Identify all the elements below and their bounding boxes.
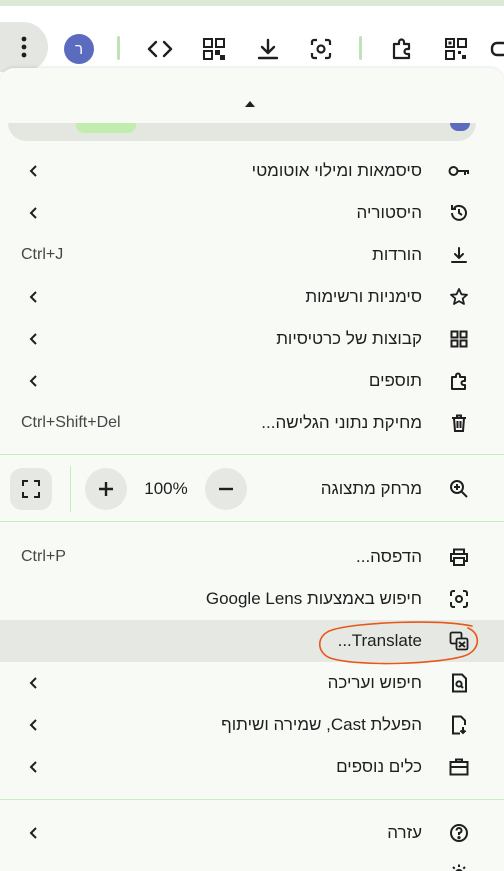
zoom-icon [448,478,470,500]
scroll-up-caret-icon[interactable] [240,96,260,112]
toolbar-separator [117,36,120,60]
gamepad-icon[interactable] [490,33,504,65]
help-icon [448,822,470,844]
qr-code-icon[interactable] [198,33,230,65]
star-icon [448,286,470,308]
browser-toolbar: ר [0,6,504,72]
menu-item-print[interactable]: Ctrl+P הדפסה... [0,536,504,578]
menu-item-label: סימניות ורשימות [305,287,422,306]
menu-item-label: תוספים [368,371,422,390]
menu-item-downloads[interactable]: Ctrl+J הורדות [0,234,504,276]
screenshot-icon[interactable] [305,33,337,65]
menu-item-label: היסטוריה [356,203,422,222]
menu-item-label: הדפסה... [356,547,422,566]
toolbar-separator [359,36,362,60]
lens-icon [448,588,470,610]
menu-item-help[interactable]: עזרה [0,812,504,854]
chevron-left-icon [24,330,42,348]
profile-card-partial[interactable] [8,123,476,141]
chevron-left-icon [24,204,42,222]
key-icon [448,160,470,182]
shortcut-text: Ctrl+J [21,246,64,263]
shortcut-text: Ctrl+Shift+Del [21,414,121,431]
menu-item-find-edit[interactable]: חיפוש ועריכה [0,662,504,704]
chevron-left-icon [24,288,42,306]
menu-item-label: חיפוש באמצעות Google Lens [205,589,422,608]
zoom-in-button[interactable] [85,468,127,510]
translate-icon [448,630,470,652]
download-icon[interactable] [252,33,284,65]
menu-item-zoom: 100% מרחק מתצוגה [0,466,504,512]
menu-item-label: Translate... [337,631,422,650]
shortcut-text: Ctrl+P [21,548,66,565]
find-edit-icon [448,672,470,694]
menu-item-label: חיפוש ועריכה [327,673,422,692]
qr-scan-icon[interactable] [440,33,472,65]
chevron-left-icon [24,716,42,734]
profile-badge [76,123,136,133]
menu-item-bookmarks[interactable]: סימניות ורשימות [0,276,504,318]
menu-item-extensions[interactable]: תוספים [0,360,504,402]
menu-divider [0,521,504,522]
menu-item-passwords[interactable]: סיסמאות ומילוי אוטומטי [0,150,504,192]
menu-item-label: מחיקת נתוני הגלישה... [261,413,422,432]
gear-icon [448,862,470,871]
menu-item-label: סיסמאות ומילוי אוטומטי [251,161,422,180]
grid-icon [448,328,470,350]
menu-item-google-lens[interactable]: חיפוש באמצעות Google Lens [0,578,504,620]
menu-item-history[interactable]: היסטוריה [0,192,504,234]
print-icon [448,546,470,568]
menu-item-translate[interactable]: Translate... [0,620,504,662]
zoom-separator [70,466,71,512]
profile-avatar[interactable]: ר [64,34,94,64]
extensions-icon[interactable] [386,33,418,65]
trash-icon [448,412,470,434]
chevron-left-icon [24,372,42,390]
menu-item-more-tools[interactable]: כלים נוספים [0,746,504,788]
menu-item-cast-save-share[interactable]: הפעלת Cast, שמירה ושיתוף [0,704,504,746]
history-icon [448,202,470,224]
more-vert-icon[interactable] [0,22,48,72]
zoom-level: 100% [144,479,188,498]
menu-item-tab-groups[interactable]: קבוצות של כרטיסיות [0,318,504,360]
menu-divider [0,799,504,800]
toolbox-icon [448,756,470,778]
save-share-icon [448,714,470,736]
code-icon[interactable] [144,33,176,65]
menu-item-label: הורדות [372,245,422,264]
menu-item-label: כלים נוספים [336,757,422,776]
chevron-left-icon [24,824,42,842]
menu-item-settings-partial[interactable] [0,858,504,871]
download-icon [448,244,470,266]
zoom-label: מרחק מתצוגה [320,479,422,498]
chevron-left-icon [24,758,42,776]
puzzle-icon [448,370,470,392]
profile-avatar-small [450,123,470,131]
zoom-out-button[interactable] [205,468,247,510]
menu-divider [0,454,504,455]
chevron-left-icon [24,674,42,692]
fullscreen-button[interactable] [10,468,52,510]
menu-item-clear-browsing-data[interactable]: Ctrl+Shift+Del מחיקת נתוני הגלישה... [0,402,504,444]
menu-item-label: עזרה [387,823,422,842]
chevron-left-icon [24,162,42,180]
menu-item-label: קבוצות של כרטיסיות [276,329,422,348]
menu-item-label: הפעלת Cast, שמירה ושיתוף [221,715,422,734]
